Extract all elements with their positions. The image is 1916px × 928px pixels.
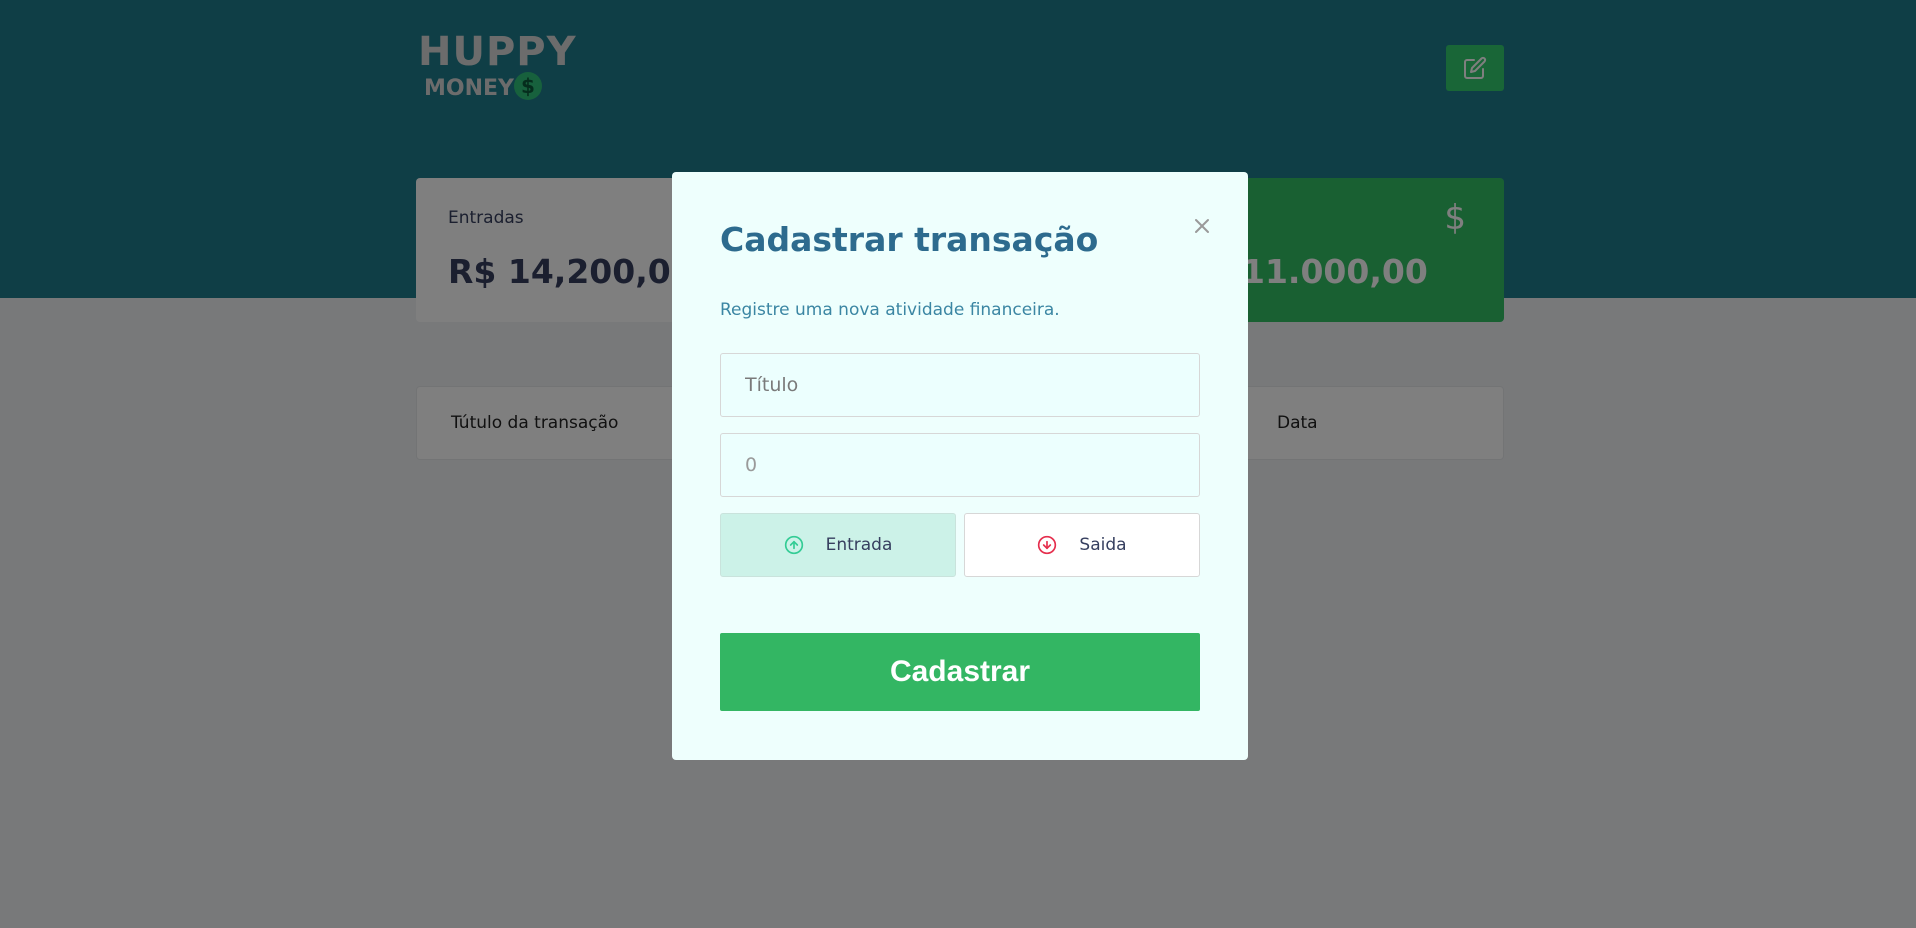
close-button[interactable] [1190,214,1214,238]
arrow-down-circle-icon [1038,535,1057,555]
income-type-button[interactable]: Entrada [720,513,956,577]
new-transaction-modal: Cadastrar transação Registre uma nova at… [672,172,1248,760]
income-type-label: Entrada [825,535,893,555]
amount-input[interactable] [720,433,1200,497]
close-icon [1195,219,1209,233]
outcome-type-label: Saida [1079,535,1127,555]
modal-title: Cadastrar transação [720,220,1099,259]
outcome-type-button[interactable]: Saida [964,513,1200,577]
submit-button[interactable]: Cadastrar [720,633,1200,711]
arrow-up-circle-icon [784,535,803,555]
modal-subtitle: Registre uma nova atividade financeira. [720,300,1060,320]
title-input[interactable] [720,353,1200,417]
